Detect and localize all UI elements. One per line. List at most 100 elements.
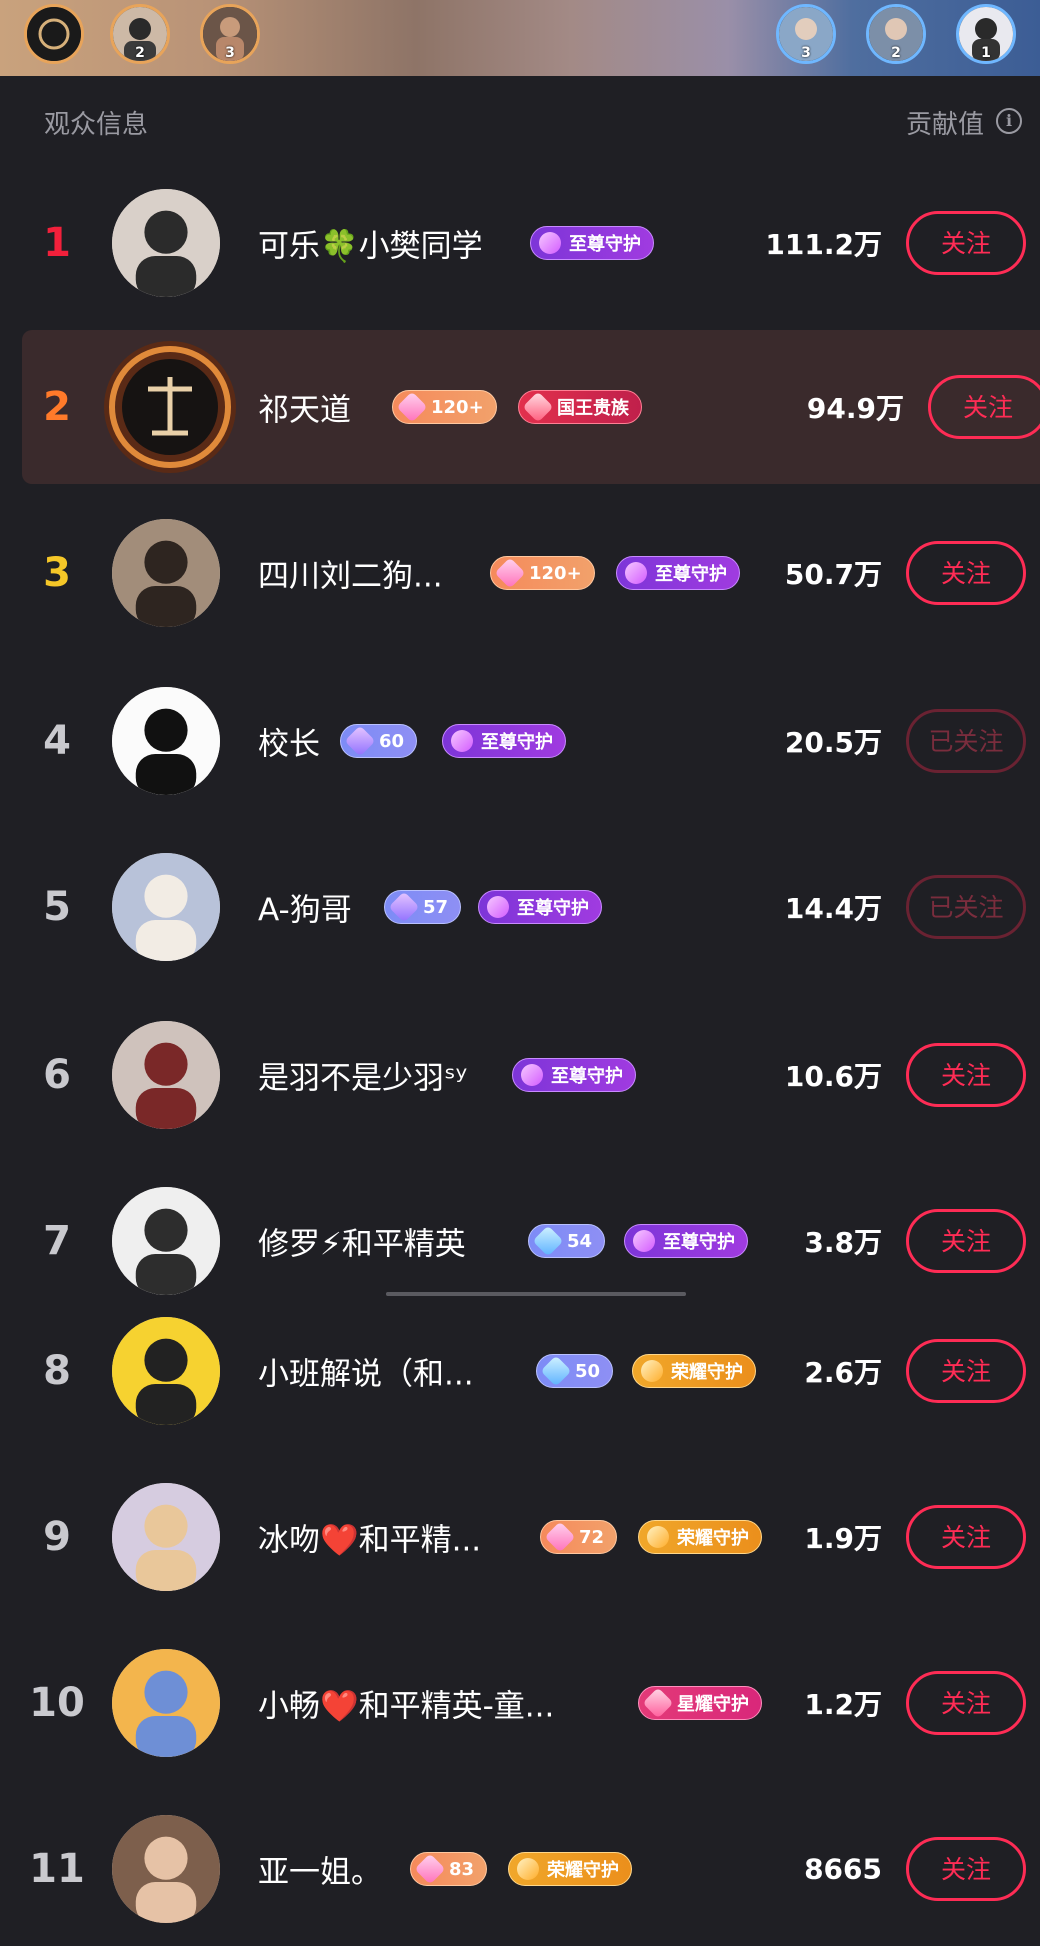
badge-slot: 至尊守护 <box>512 1058 636 1092</box>
badge-text: 至尊守护 <box>551 1066 623 1087</box>
badge-slot: 60 <box>340 724 418 758</box>
top-avatar-right-1[interactable]: 1 <box>956 4 1016 64</box>
avatar[interactable] <box>112 1021 220 1129</box>
username[interactable]: 可乐🍀小樊同学 <box>258 221 483 266</box>
contribution-value: 1.9万 <box>804 1522 882 1555</box>
badge-text: 50 <box>575 1360 601 1382</box>
badge-slot: 54 <box>528 1224 606 1258</box>
rank-number: 6 <box>43 1052 71 1098</box>
username[interactable]: 冰吻❤️和平精... <box>258 1515 481 1560</box>
rank-badge: 2 <box>135 45 145 61</box>
shield-icon <box>647 1526 669 1548</box>
list-item[interactable]: 4 校长 60 至尊守护 20.5万 已关注 <box>0 664 1040 818</box>
username[interactable]: A-狗哥 <box>258 885 352 930</box>
username[interactable]: 是羽不是少羽ˢʸ <box>258 1053 467 1098</box>
badge-slot: 荣耀守护 <box>632 1354 756 1388</box>
shield-icon <box>521 1064 543 1086</box>
guard-badge: 国王贵族 <box>518 390 642 424</box>
username[interactable]: 校长 <box>258 719 320 764</box>
contribution-value: 50.7万 <box>784 558 882 591</box>
diamond-icon <box>544 1521 576 1553</box>
top-avatar-right-3[interactable]: 3 <box>776 4 836 64</box>
diamond-icon <box>396 391 428 423</box>
username[interactable]: 小班解说（和... <box>258 1349 474 1394</box>
list-item[interactable]: 2 祁天道 120+ 国王贵族 94.9万 关注 <box>22 330 1040 484</box>
rank-number: 3 <box>43 550 71 596</box>
top-avatar-right-2[interactable]: 2 <box>866 4 926 64</box>
follow-button[interactable]: 关注 <box>906 541 1026 605</box>
list-item[interactable]: 8 小班解说（和... 50 荣耀守护 2.6万 关注 <box>0 1294 1040 1448</box>
shield-icon <box>641 1360 663 1382</box>
follow-button[interactable]: 关注 <box>906 1837 1026 1901</box>
badge-slot: 荣耀守护 <box>508 1852 632 1886</box>
diamond-icon <box>344 725 376 757</box>
username[interactable]: 修罗⚡和平精英 <box>258 1219 466 1264</box>
badge-text: 60 <box>379 730 405 752</box>
shield-icon <box>487 896 509 918</box>
followed-button[interactable]: 已关注 <box>906 709 1026 773</box>
badge-text: 72 <box>579 1526 605 1548</box>
avatar[interactable] <box>112 1483 220 1591</box>
badge-slot: 荣耀守护 <box>638 1520 762 1554</box>
list-header: 观众信息 贡献值 i <box>0 76 1040 166</box>
level-badge: 54 <box>528 1224 606 1258</box>
avatar-image <box>112 1483 220 1591</box>
username[interactable]: 四川刘二狗... <box>258 551 443 596</box>
badge-text: 至尊守护 <box>655 564 727 585</box>
avatar[interactable] <box>112 1649 220 1757</box>
follow-button[interactable]: 关注 <box>906 1671 1026 1735</box>
rank-number: 7 <box>43 1218 71 1264</box>
badge-slot: 至尊守护 <box>530 226 654 260</box>
follow-button[interactable]: 关注 <box>906 1043 1026 1107</box>
list-item[interactable]: 6 是羽不是少羽ˢʸ 至尊守护 10.6万 关注 <box>0 998 1040 1152</box>
list-item[interactable]: 9 冰吻❤️和平精... 72 荣耀守护 1.9万 关注 <box>0 1460 1040 1614</box>
avatar[interactable] <box>112 1187 220 1295</box>
badge-text: 57 <box>423 896 449 918</box>
list-item[interactable]: 5 A-狗哥 57 至尊守护 14.4万 已关注 <box>0 830 1040 984</box>
guard-badge: 至尊守护 <box>512 1058 636 1092</box>
shield-icon <box>451 730 473 752</box>
badge-text: 至尊守护 <box>569 234 641 255</box>
badge-text: 83 <box>449 1858 475 1880</box>
top-avatar-left-1[interactable] <box>24 4 84 64</box>
avatar-image <box>112 1815 220 1923</box>
avatar[interactable] <box>112 189 220 297</box>
shield-icon <box>517 1858 539 1880</box>
badge-text: 荣耀守护 <box>547 1860 619 1881</box>
badge-text: 120+ <box>431 396 484 418</box>
username[interactable]: 亚一姐。 <box>258 1847 382 1892</box>
list-item[interactable]: 10 小畅❤️和平精英-童... 星耀守护 1.2万 关注 <box>0 1626 1040 1780</box>
followed-button[interactable]: 已关注 <box>906 875 1026 939</box>
top-avatar-strip: 2 3 3 2 1 <box>0 0 1040 76</box>
follow-button[interactable]: 关注 <box>906 1505 1026 1569</box>
badge-text: 国王贵族 <box>557 398 629 419</box>
follow-button[interactable]: 关注 <box>906 1209 1026 1273</box>
diamond-icon <box>532 1225 564 1257</box>
list-item[interactable]: 3 四川刘二狗... 120+ 至尊守护 50.7万 关注 <box>0 496 1040 650</box>
rank-number: 4 <box>43 718 71 764</box>
top-avatar-left-2[interactable]: 2 <box>110 4 170 64</box>
avatar[interactable] <box>112 853 220 961</box>
avatar[interactable] <box>112 1317 220 1425</box>
username[interactable]: 小畅❤️和平精英-童... <box>258 1681 554 1726</box>
badge-slot: 120+ <box>490 556 595 590</box>
follow-button[interactable]: 关注 <box>906 1339 1026 1403</box>
avatar[interactable] <box>112 519 220 627</box>
guard-badge: 星耀守护 <box>638 1686 762 1720</box>
scroll-thumb <box>386 1292 686 1296</box>
avatar[interactable] <box>112 687 220 795</box>
audience-info-label: 观众信息 <box>44 110 149 140</box>
follow-button[interactable]: 关注 <box>906 211 1026 275</box>
info-icon[interactable]: i <box>996 108 1022 134</box>
follow-button[interactable]: 关注 <box>928 375 1040 439</box>
list-item[interactable]: 11 亚一姐。 83 荣耀守护 8665 关注 <box>0 1792 1040 1946</box>
list-item[interactable]: 1 可乐🍀小樊同学 至尊守护 111.2万 关注 <box>0 166 1040 320</box>
rank-number: 10 <box>29 1680 85 1726</box>
avatar[interactable] <box>100 337 240 477</box>
guard-badge: 至尊守护 <box>442 724 566 758</box>
username[interactable]: 祁天道 <box>258 385 351 430</box>
top-avatar-left-3[interactable]: 3 <box>200 4 260 64</box>
badge-text: 120+ <box>529 562 582 584</box>
avatar[interactable] <box>112 1815 220 1923</box>
shield-icon <box>522 391 554 423</box>
